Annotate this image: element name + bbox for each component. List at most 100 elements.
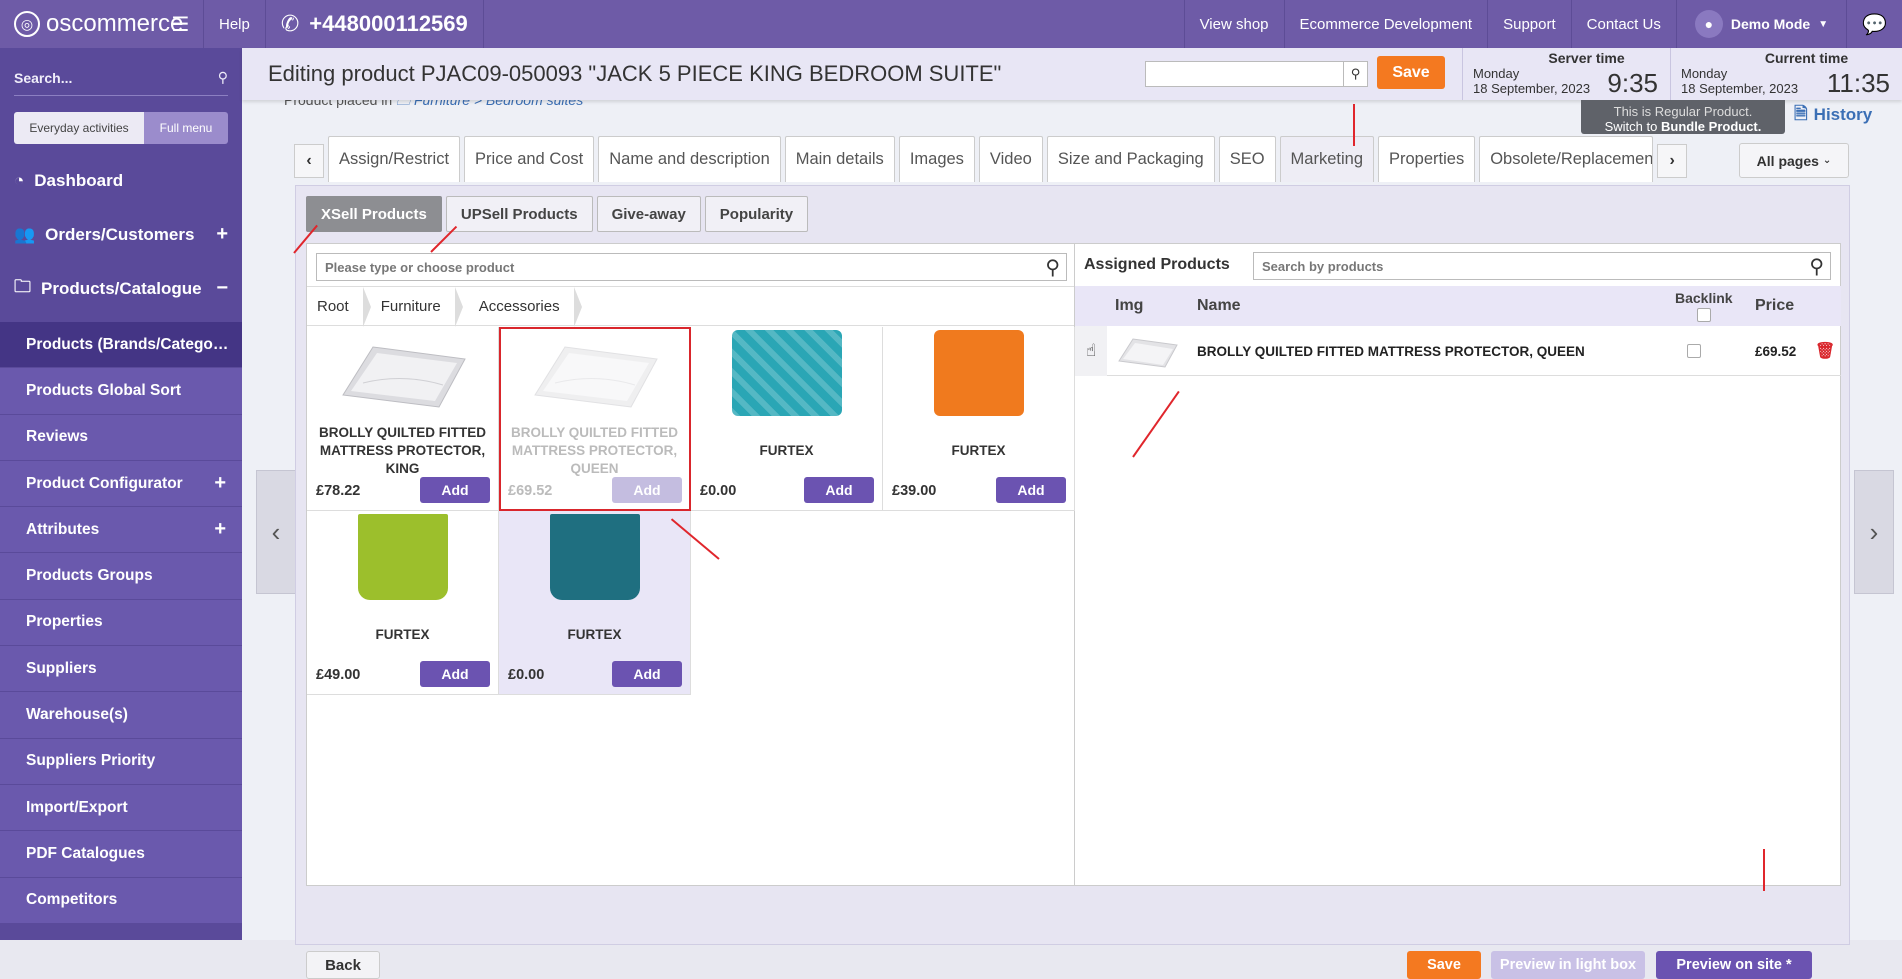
bundle-switch[interactable]: This is Regular Product. Switch to Bundl…	[1581, 100, 1785, 134]
sidebar-sub-properties[interactable]: Properties	[0, 599, 242, 647]
assigned-search-input[interactable]: Search by products ⚲	[1253, 252, 1831, 280]
tab-images[interactable]: Images	[898, 136, 975, 182]
drag-handle-icon[interactable]: ☝	[1075, 326, 1107, 376]
support-link[interactable]: Support	[1488, 0, 1572, 48]
tab-obsolete[interactable]: Obsolete/Replacement	[1479, 136, 1654, 182]
add-product-button[interactable]: Add	[612, 661, 682, 687]
menu-toggle-icon[interactable]: ☰	[158, 0, 204, 48]
subtab-popularity[interactable]: Popularity	[704, 196, 809, 232]
history-link[interactable]: 🗎 History	[1794, 100, 1872, 130]
sidebar-sub-import-export[interactable]: Import/Export	[0, 784, 242, 832]
header-search-input[interactable]: ⚲	[1145, 61, 1368, 87]
chevron-right-icon: ›	[1869, 516, 1879, 547]
sidebar-tabs: Everyday activities Full menu	[14, 112, 228, 144]
sidebar-sub-attributes[interactable]: Attributes +	[0, 507, 242, 554]
product-price: £69.52	[508, 483, 553, 499]
sidebar-item-label: Orders/Customers	[45, 224, 195, 244]
tab-assign-restrict[interactable]: Assign/Restrict	[328, 136, 461, 182]
add-product-button[interactable]: Add	[996, 477, 1066, 503]
subtab-upsell[interactable]: UPSell Products	[445, 196, 593, 232]
product-price: £0.00	[508, 667, 545, 683]
sidebar-item-products[interactable]: 🗀 Products/Catalogue −	[0, 266, 242, 312]
sidebar-search[interactable]: Search... ⚲	[14, 60, 228, 96]
product-name: FURTEX	[759, 443, 814, 458]
search-icon[interactable]: ⚲	[1343, 62, 1367, 86]
header-save-button[interactable]: Save	[1377, 56, 1445, 89]
prev-product-arrow[interactable]: ‹	[256, 470, 296, 594]
sidebar-sub-competitors[interactable]: Competitors	[0, 877, 242, 924]
sidebar-sub-reviews[interactable]: Reviews	[0, 414, 242, 461]
tab-video[interactable]: Video	[978, 136, 1043, 182]
sidebar-sub-label: Suppliers	[26, 659, 97, 677]
subtab-xsell[interactable]: XSell Products	[306, 196, 442, 232]
sidebar-sub-label: Properties	[26, 613, 103, 631]
tab-marketing[interactable]: Marketing	[1279, 136, 1374, 182]
add-product-button[interactable]: Add	[420, 661, 490, 687]
tabs-prev-button[interactable]: ‹	[294, 144, 324, 178]
main-area: Product placed in 🗀 Furniture > Bedroom …	[242, 48, 1902, 979]
all-pages-dropdown[interactable]: All pages ⌄	[1739, 143, 1849, 178]
tab-main-details[interactable]: Main details	[784, 136, 895, 182]
next-product-arrow[interactable]: ›	[1854, 470, 1894, 594]
user-menu[interactable]: ● Demo Mode ▼	[1677, 0, 1848, 48]
product-card[interactable]: FURTEX £0.00 Add	[499, 511, 691, 695]
product-card[interactable]: BROLLY QUILTED FITTED MATTRESS PROTECTOR…	[499, 327, 691, 511]
product-card[interactable]: FURTEX £0.00 Add	[691, 327, 883, 511]
back-button[interactable]: Back	[306, 951, 380, 979]
sidebar-item-dashboard[interactable]: ◔ Dashboard	[0, 158, 242, 204]
subtab-give-away[interactable]: Give-away	[596, 196, 701, 232]
backlink-all-checkbox[interactable]	[1696, 308, 1711, 322]
product-card[interactable]: FURTEX £49.00 Add	[307, 511, 499, 695]
sidebar-sub-warehouses[interactable]: Warehouse(s)	[0, 692, 242, 739]
user-name: Demo Mode	[1730, 16, 1811, 32]
tab-everyday-activities[interactable]: Everyday activities	[14, 112, 144, 144]
add-product-button[interactable]: Add	[804, 477, 874, 503]
search-icon[interactable]: ⚲	[218, 69, 228, 86]
view-shop-link[interactable]: View shop	[1185, 0, 1285, 48]
preview-site-button[interactable]: Preview on site *	[1656, 951, 1812, 979]
search-icon[interactable]: ⚲	[1809, 254, 1830, 279]
product-image	[500, 328, 690, 418]
chat-icon[interactable]: 💬	[1847, 0, 1902, 48]
dashboard-icon: ◔	[14, 170, 25, 190]
tab-properties[interactable]: Properties	[1378, 136, 1476, 182]
trash-icon[interactable]: 🗑	[1815, 326, 1835, 376]
product-card[interactable]: BROLLY QUILTED FITTED MATTRESS PROTECTOR…	[307, 327, 499, 511]
sidebar-sub-products-brands[interactable]: Products (Brands/Catego…	[0, 322, 242, 369]
sidebar-sub-pdf-catalogues[interactable]: PDF Catalogues	[0, 831, 242, 878]
tabs-next-button[interactable]: ›	[1657, 144, 1688, 178]
tab-name-description[interactable]: Name and description	[598, 136, 781, 182]
server-time-label: Server time	[1548, 50, 1625, 66]
sidebar-sub-groups[interactable]: Products Groups	[0, 553, 242, 600]
breadcrumb-accessories[interactable]: Accessories	[463, 287, 582, 327]
sidebar-sub-suppliers-priority[interactable]: Suppliers Priority	[0, 738, 242, 785]
product-card[interactable]: FURTEX £39.00 Add	[883, 327, 1075, 511]
row-price: £69.52	[1755, 343, 1797, 359]
footer-save-button[interactable]: Save	[1407, 951, 1481, 979]
sidebar-sub-suppliers[interactable]: Suppliers	[0, 646, 242, 693]
tab-size-packaging[interactable]: Size and Packaging	[1046, 136, 1215, 182]
search-icon[interactable]: ⚲	[1045, 255, 1066, 280]
tab-price-cost[interactable]: Price and Cost	[464, 136, 595, 182]
preview-lightbox-button[interactable]: Preview in light box	[1491, 951, 1645, 979]
chevron-right-icon: ›	[1669, 152, 1675, 169]
tab-full-menu[interactable]: Full menu	[144, 112, 228, 144]
breadcrumb-furniture[interactable]: Furniture	[371, 287, 463, 327]
backlink-checkbox[interactable]	[1687, 344, 1701, 358]
phone-link[interactable]: ✆ +448000112569	[266, 0, 484, 48]
sidebar-item-orders[interactable]: 👥 Orders/Customers +	[0, 204, 242, 266]
sidebar-search-input[interactable]: Search...	[14, 70, 72, 86]
sidebar-sub-global-sort[interactable]: Products Global Sort	[0, 368, 242, 415]
contact-link[interactable]: Contact Us	[1572, 0, 1677, 48]
logo-icon: ◎	[14, 11, 40, 37]
tab-seo[interactable]: SEO	[1218, 136, 1276, 182]
ecommerce-dev-link[interactable]: Ecommerce Development	[1285, 0, 1489, 48]
help-link[interactable]: Help	[204, 0, 266, 48]
add-product-button[interactable]: Add	[612, 477, 682, 503]
add-product-button[interactable]: Add	[420, 477, 490, 503]
switch-bundle-link[interactable]: Bundle Product.	[1661, 119, 1761, 134]
breadcrumb-root[interactable]: Root	[307, 287, 371, 327]
assigned-search-placeholder: Search by products	[1262, 258, 1384, 274]
product-search-input[interactable]: Please type or choose product ⚲	[316, 253, 1067, 281]
sidebar-sub-configurator[interactable]: Product Configurator +	[0, 460, 242, 508]
